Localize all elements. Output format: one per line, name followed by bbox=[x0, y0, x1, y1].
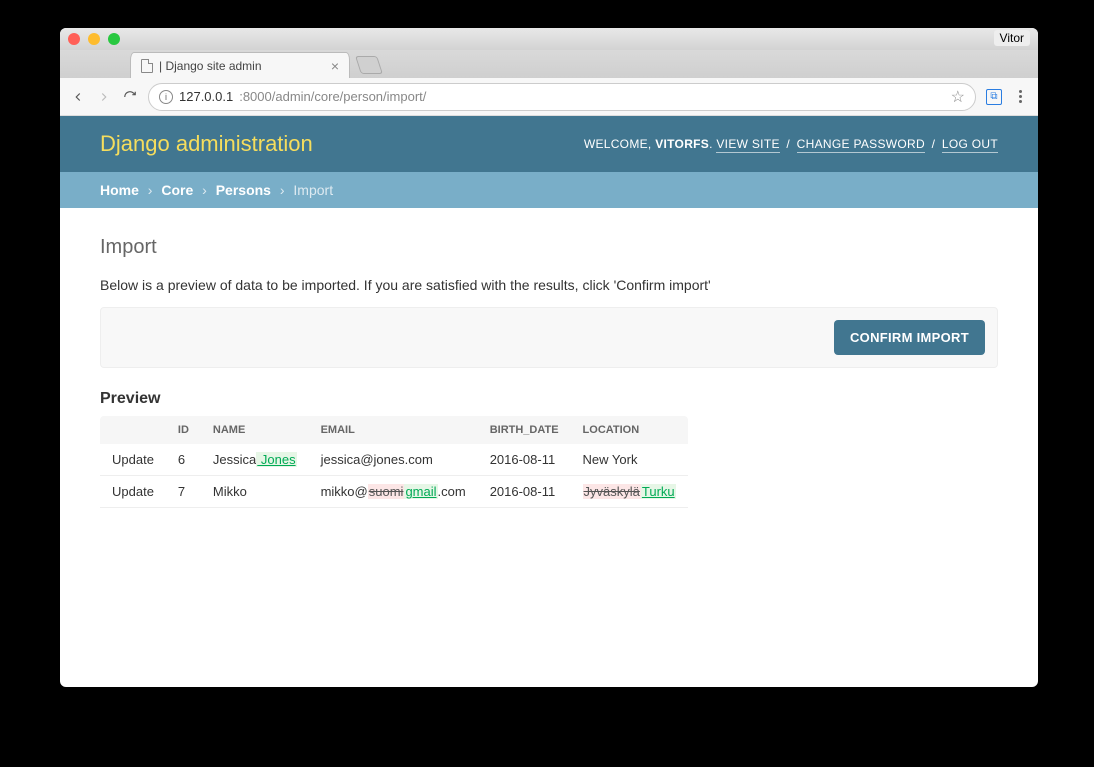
diff-ins: gmail bbox=[404, 484, 437, 499]
table-header-row: ID NAME EMAIL BIRTH_DATE LOCATION bbox=[100, 416, 688, 444]
row-action: Update bbox=[100, 476, 166, 508]
address-bar[interactable]: i 127.0.0.1 :8000/admin/core/person/impor… bbox=[148, 83, 976, 111]
confirm-import-button[interactable]: CONFIRM IMPORT bbox=[834, 320, 985, 355]
close-window-button[interactable] bbox=[68, 33, 80, 45]
window-titlebar: Vitor bbox=[60, 28, 1038, 50]
bookmark-star-icon[interactable]: ☆ bbox=[951, 87, 965, 107]
extension-icon[interactable]: ⧉ bbox=[986, 89, 1002, 105]
view-site-link[interactable]: VIEW SITE bbox=[716, 137, 779, 153]
tab-strip: | Django site admin × bbox=[60, 50, 1038, 78]
breadcrumb: Home › Core › Persons › Import bbox=[60, 172, 1038, 208]
forward-button[interactable] bbox=[96, 89, 112, 105]
chrome-menu-button[interactable] bbox=[1012, 89, 1028, 105]
row-id: 6 bbox=[166, 444, 201, 476]
new-tab-button[interactable] bbox=[355, 56, 383, 74]
diff-del: Jyväskylä bbox=[583, 484, 641, 499]
row-email: mikko@suomigmail.com bbox=[309, 476, 478, 508]
preview-table: ID NAME EMAIL BIRTH_DATE LOCATION Update… bbox=[100, 416, 688, 508]
admin-header: Django administration WELCOME, VITORFS. … bbox=[60, 116, 1038, 172]
browser-tab[interactable]: | Django site admin × bbox=[130, 52, 350, 78]
table-row: Update 7 Mikko mikko@suomigmail.com 2016… bbox=[100, 476, 688, 508]
username: VITORFS bbox=[655, 137, 709, 151]
content: Import Below is a preview of data to be … bbox=[60, 208, 1038, 536]
breadcrumb-home[interactable]: Home bbox=[100, 182, 139, 198]
import-description: Below is a preview of data to be importe… bbox=[100, 277, 998, 293]
user-tools: WELCOME, VITORFS. VIEW SITE / CHANGE PAS… bbox=[584, 137, 998, 151]
site-info-icon[interactable]: i bbox=[159, 90, 173, 104]
browser-toolbar: i 127.0.0.1 :8000/admin/core/person/impor… bbox=[60, 78, 1038, 116]
logout-link[interactable]: LOG OUT bbox=[942, 137, 998, 153]
url-path: :8000/admin/core/person/import/ bbox=[239, 89, 426, 104]
welcome-text: WELCOME, bbox=[584, 137, 652, 151]
preview-heading: Preview bbox=[100, 390, 998, 408]
page-viewport: Django administration WELCOME, VITORFS. … bbox=[60, 116, 1038, 687]
maximize-window-button[interactable] bbox=[108, 33, 120, 45]
page-title: Import bbox=[100, 236, 998, 259]
breadcrumb-app[interactable]: Core bbox=[161, 182, 193, 198]
row-name: Jessica Jones bbox=[201, 444, 309, 476]
row-name: Mikko bbox=[201, 476, 309, 508]
col-birth-date: BIRTH_DATE bbox=[478, 416, 571, 444]
browser-window: Vitor | Django site admin × i 127.0.0.1:… bbox=[60, 28, 1038, 687]
row-action: Update bbox=[100, 444, 166, 476]
tab-title: | Django site admin bbox=[159, 59, 325, 73]
row-email: jessica@jones.com bbox=[309, 444, 478, 476]
row-birth-date: 2016-08-11 bbox=[478, 444, 571, 476]
url-host: 127.0.0.1 bbox=[179, 89, 233, 104]
diff-ins: Jones bbox=[256, 452, 296, 467]
diff-del: suomi bbox=[368, 484, 405, 499]
minimize-window-button[interactable] bbox=[88, 33, 100, 45]
close-tab-icon[interactable]: × bbox=[331, 59, 339, 73]
branding: Django administration bbox=[100, 131, 313, 157]
col-name: NAME bbox=[201, 416, 309, 444]
diff-ins: Turku bbox=[641, 484, 676, 499]
row-birth-date: 2016-08-11 bbox=[478, 476, 571, 508]
col-email: EMAIL bbox=[309, 416, 478, 444]
back-button[interactable] bbox=[70, 89, 86, 105]
submit-row: CONFIRM IMPORT bbox=[100, 307, 998, 368]
col-location: LOCATION bbox=[571, 416, 688, 444]
breadcrumb-model[interactable]: Persons bbox=[216, 182, 271, 198]
page-icon bbox=[141, 59, 153, 73]
row-location: New York bbox=[571, 444, 688, 476]
table-row: Update 6 Jessica Jones jessica@jones.com… bbox=[100, 444, 688, 476]
row-id: 7 bbox=[166, 476, 201, 508]
col-id: ID bbox=[166, 416, 201, 444]
reload-button[interactable] bbox=[122, 89, 138, 105]
row-location: JyväskyläTurku bbox=[571, 476, 688, 508]
change-password-link[interactable]: CHANGE PASSWORD bbox=[797, 137, 925, 153]
chrome-profile-badge[interactable]: Vitor bbox=[994, 30, 1030, 46]
breadcrumb-current: Import bbox=[293, 182, 333, 198]
